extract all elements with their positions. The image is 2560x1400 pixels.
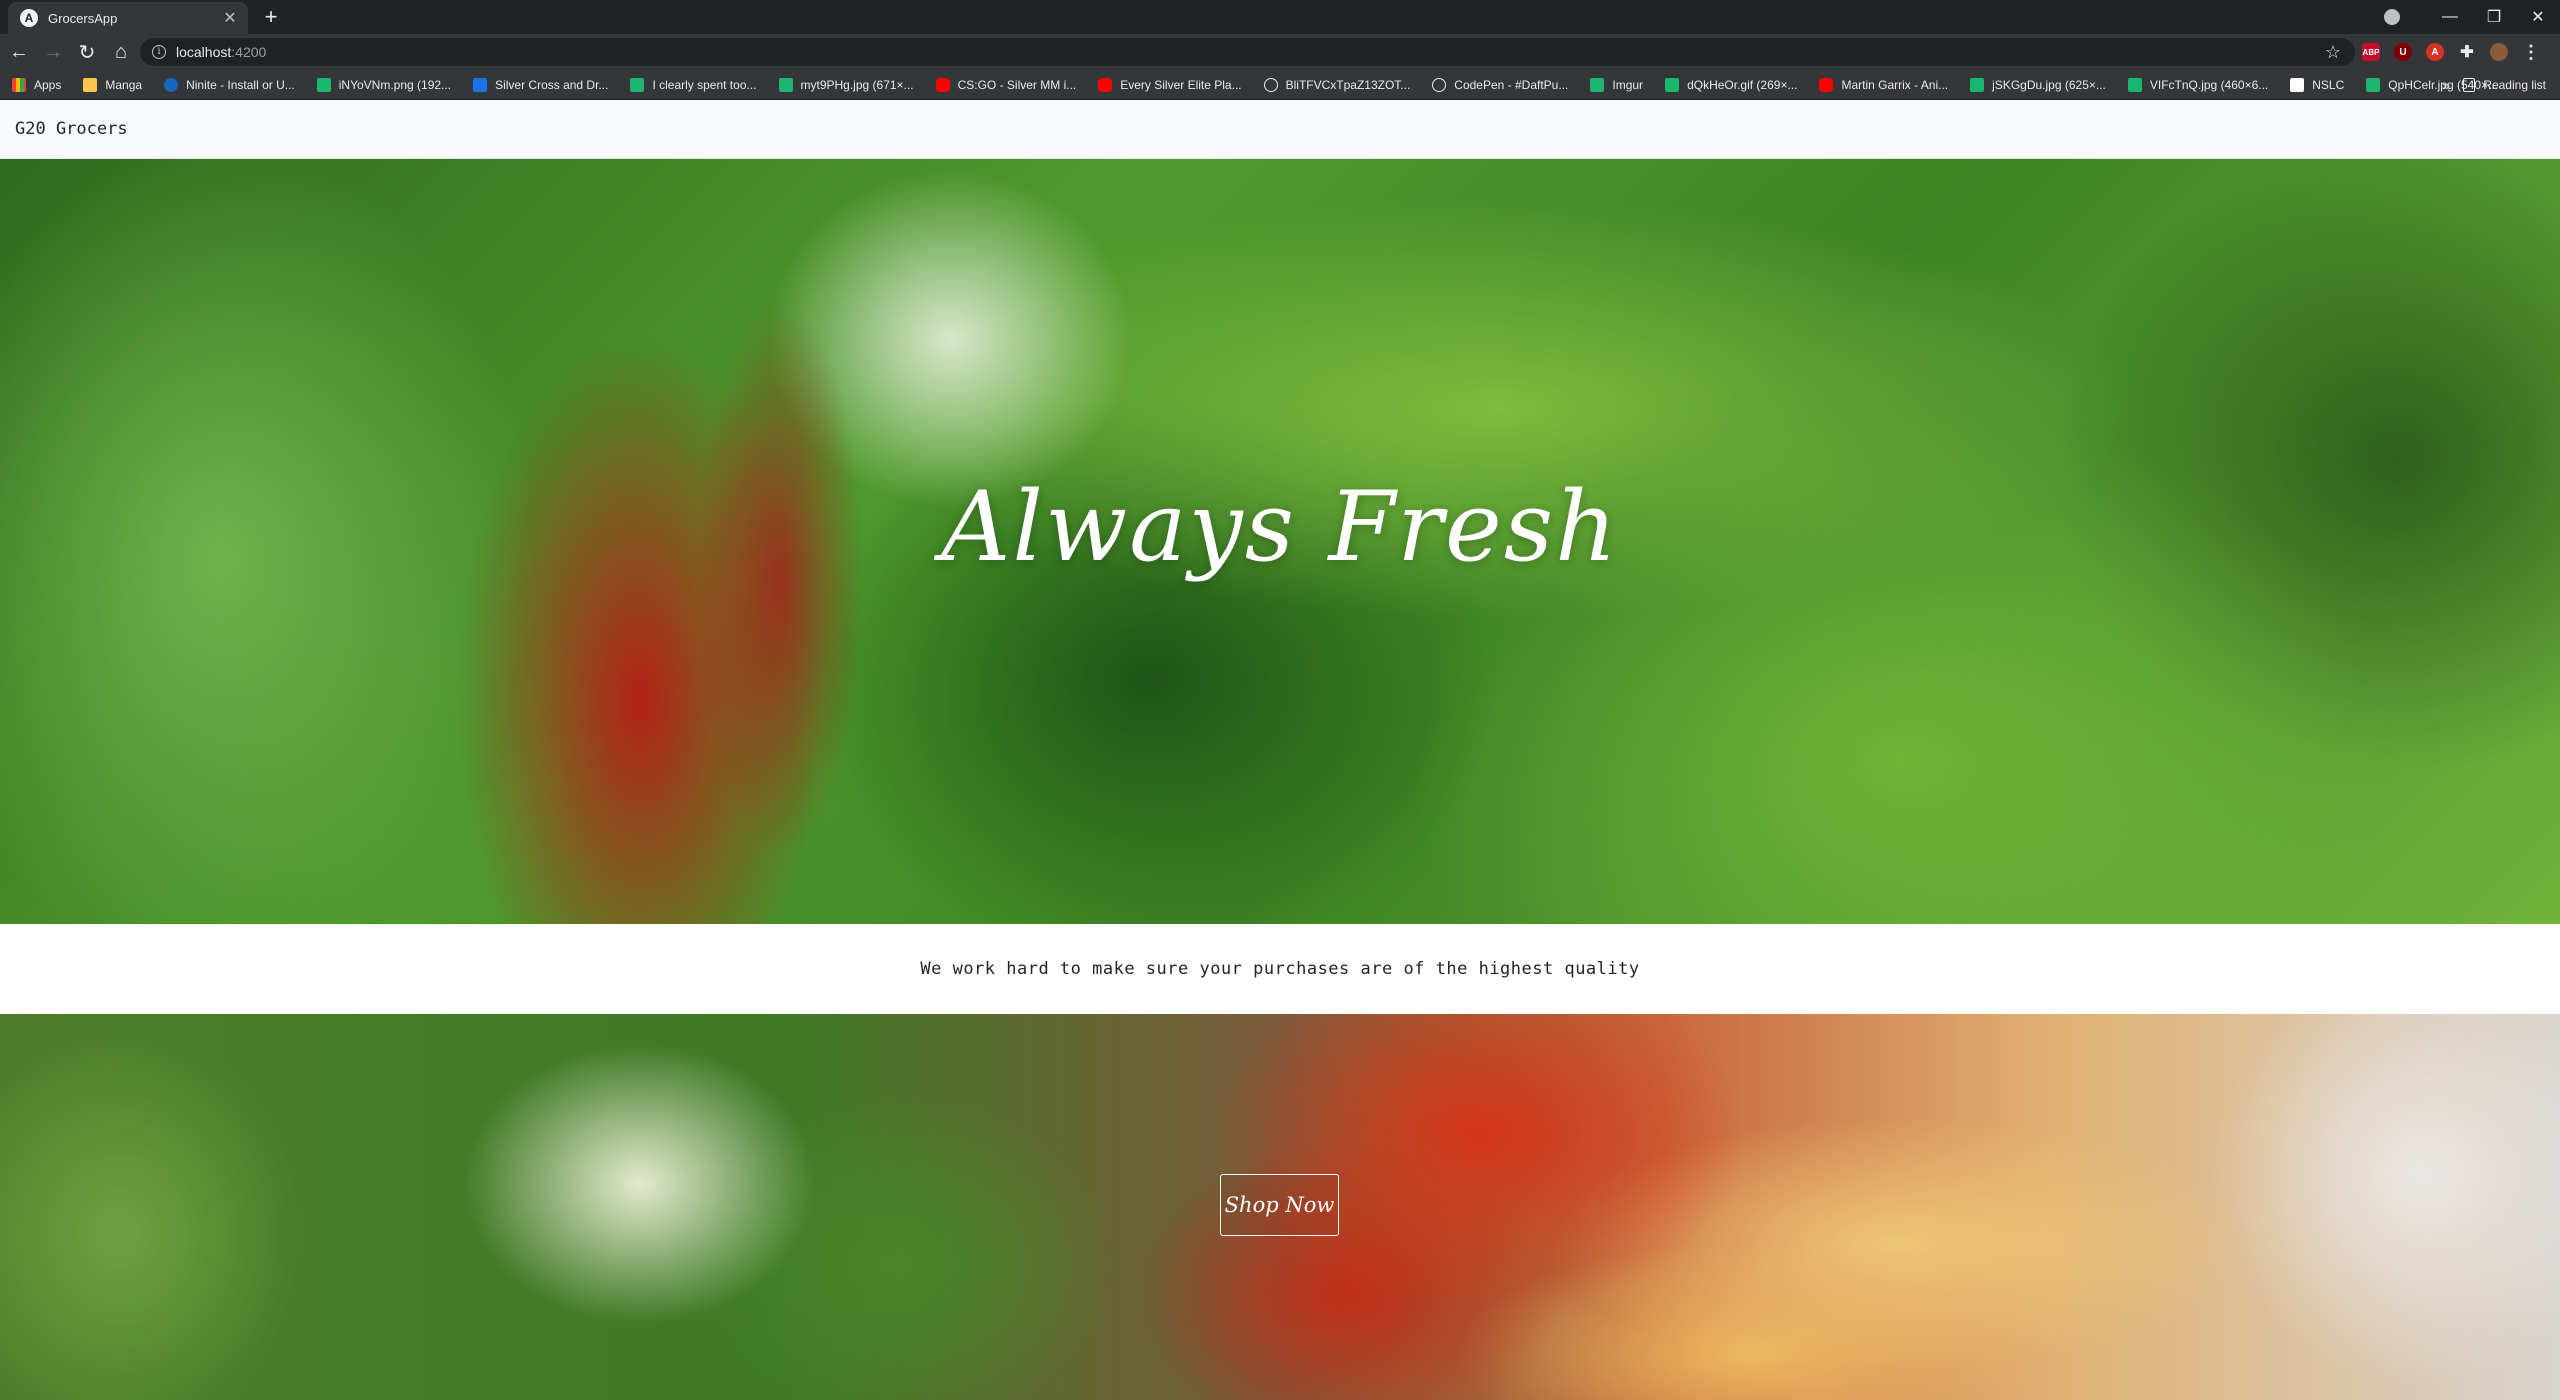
bookmark-youtube-3[interactable]: Martin Garrix - Ani... bbox=[1819, 77, 1949, 92]
browser-menu-icon[interactable]: ⋮ bbox=[2522, 42, 2540, 62]
tagline-text: We work hard to make sure your purchases… bbox=[920, 959, 1640, 979]
bookmark-manga[interactable]: Manga bbox=[83, 77, 143, 92]
bookmark-label: jSKGgDu.jpg (625×... bbox=[1992, 77, 2106, 92]
hero-banner: Always Fresh bbox=[0, 159, 2560, 924]
folder-icon bbox=[83, 77, 98, 92]
bookmark-youtube-2[interactable]: Every Silver Elite Pla... bbox=[1098, 77, 1242, 92]
youtube-icon bbox=[1819, 77, 1834, 92]
site-info-icon[interactable]: i bbox=[152, 45, 166, 59]
reload-icon[interactable]: ↻ bbox=[72, 40, 102, 65]
blank-page-icon bbox=[2290, 77, 2305, 92]
bookmark-label: NSLC bbox=[2312, 77, 2345, 92]
bookmark-label: Silver Cross and Dr... bbox=[495, 77, 609, 92]
bookmark-youtube-1[interactable]: CS:GO - Silver MM i... bbox=[935, 77, 1077, 92]
imgur-icon bbox=[1590, 77, 1605, 92]
imgur-icon bbox=[1970, 77, 1985, 92]
bookmark-silver-cross[interactable]: Silver Cross and Dr... bbox=[473, 77, 609, 92]
ublock-extension-icon[interactable]: U bbox=[2394, 43, 2412, 61]
bookmark-globe-1[interactable]: BliTFVCxTpaZ13ZOT... bbox=[1263, 77, 1411, 92]
bookmark-label: I clearly spent too... bbox=[652, 77, 757, 92]
forward-arrow-icon[interactable]: → bbox=[38, 41, 68, 64]
tagline-section: We work hard to make sure your purchases… bbox=[0, 924, 2560, 1014]
bookmark-label: BliTFVCxTpaZ13ZOT... bbox=[1285, 77, 1411, 92]
shop-now-button[interactable]: Shop Now bbox=[1220, 1174, 1339, 1236]
browser-toolbar: ← → ↻ ⌂ i localhost:4200 ☆ ABP U A ✚ ⋮ bbox=[0, 34, 2560, 70]
bookmark-label: dQkHeOr.gif (269×... bbox=[1687, 77, 1798, 92]
blue-square-icon bbox=[473, 77, 488, 92]
close-window-icon[interactable]: ✕ bbox=[2516, 7, 2560, 27]
hero-title: Always Fresh bbox=[941, 470, 1619, 583]
bookmark-star-icon[interactable]: ☆ bbox=[2325, 42, 2341, 63]
address-bar[interactable]: i localhost:4200 ☆ bbox=[140, 38, 2355, 66]
imgur-icon bbox=[1665, 77, 1680, 92]
extensions-puzzle-icon[interactable]: ✚ bbox=[2458, 43, 2476, 61]
bookmark-imgur-1[interactable]: iNYoVNm.png (192... bbox=[316, 77, 452, 92]
brand-link[interactable]: G20 Grocers bbox=[15, 119, 128, 139]
reading-list-button[interactable]: Reading list bbox=[2463, 77, 2546, 92]
bookmark-label: myt9PHg.jpg (671×... bbox=[800, 77, 914, 92]
bookmark-imgur-5[interactable]: jSKGgDu.jpg (625×... bbox=[1970, 77, 2106, 92]
more-bookmarks-icon[interactable]: » bbox=[2442, 77, 2450, 93]
youtube-icon bbox=[935, 77, 950, 92]
bookmark-imgur-3[interactable]: myt9PHg.jpg (671×... bbox=[778, 77, 914, 92]
bookmark-codepen[interactable]: CodePen - #DaftPu... bbox=[1432, 77, 1569, 92]
globe-icon bbox=[1263, 77, 1278, 92]
bookmark-label: Martin Garrix - Ani... bbox=[1841, 77, 1949, 92]
bookmark-label: iNYoVNm.png (192... bbox=[338, 77, 452, 92]
imgur-icon bbox=[2127, 77, 2142, 92]
promo-banner: Shop Now bbox=[0, 1014, 2560, 1400]
restore-icon[interactable]: ❐ bbox=[2472, 7, 2516, 27]
window-controls: — ❐ ✕ bbox=[2384, 0, 2560, 34]
home-icon[interactable]: ⌂ bbox=[106, 41, 136, 64]
youtube-icon bbox=[1098, 77, 1113, 92]
globe-icon bbox=[1432, 77, 1447, 92]
bookmark-apps[interactable]: Apps bbox=[12, 77, 62, 92]
adblock-extension-icon[interactable]: ABP bbox=[2362, 43, 2380, 61]
profile-avatar[interactable] bbox=[2490, 43, 2508, 61]
extensions-area: ABP U A ✚ ⋮ bbox=[2362, 38, 2554, 66]
apps-icon bbox=[12, 77, 26, 92]
tab-title: GrocersApp bbox=[48, 10, 118, 26]
browser-tab-strip: A GrocersApp ✕ + — ❐ ✕ bbox=[0, 0, 2560, 34]
page-content: G20 Grocers Always Fresh We work hard to… bbox=[0, 100, 2560, 1400]
bookmark-imgur-4[interactable]: dQkHeOr.gif (269×... bbox=[1665, 77, 1798, 92]
imgur-icon bbox=[778, 77, 793, 92]
app-navbar: G20 Grocers bbox=[0, 100, 2560, 159]
new-tab-button[interactable]: + bbox=[258, 4, 284, 30]
bookmarks-bar: Apps Manga Ninite - Install or U... iNYo… bbox=[0, 70, 2560, 100]
bookmark-imgur-2[interactable]: I clearly spent too... bbox=[630, 77, 757, 92]
bookmark-label: Manga bbox=[105, 77, 143, 92]
bookmark-label: Every Silver Elite Pla... bbox=[1120, 77, 1242, 92]
bookmark-label: CS:GO - Silver MM i... bbox=[957, 77, 1077, 92]
bookmark-nslc[interactable]: NSLC bbox=[2290, 77, 2345, 92]
angular-favicon-icon: A bbox=[20, 9, 38, 27]
bookmark-label: Imgur bbox=[1612, 77, 1644, 92]
browser-tab[interactable]: A GrocersApp ✕ bbox=[8, 2, 248, 34]
bookmark-imgur-home[interactable]: Imgur bbox=[1590, 77, 1644, 92]
bookmark-imgur-6[interactable]: VIFcTnQ.jpg (460×6... bbox=[2127, 77, 2269, 92]
close-tab-icon[interactable]: ✕ bbox=[220, 8, 240, 28]
bookmark-label: VIFcTnQ.jpg (460×6... bbox=[2149, 77, 2269, 92]
url-host: localhost bbox=[176, 44, 232, 60]
bookmark-label: CodePen - #DaftPu... bbox=[1454, 77, 1569, 92]
imgur-icon bbox=[2366, 77, 2381, 92]
bookmark-label: Apps bbox=[34, 77, 62, 92]
red-a-extension-icon[interactable]: A bbox=[2426, 43, 2444, 61]
bookmark-label: Ninite - Install or U... bbox=[186, 77, 295, 92]
minimize-icon[interactable]: — bbox=[2428, 8, 2472, 26]
ninite-icon bbox=[164, 77, 179, 92]
address-url: localhost:4200 bbox=[176, 44, 266, 60]
bookmark-ninite[interactable]: Ninite - Install or U... bbox=[164, 77, 295, 92]
imgur-icon bbox=[630, 77, 645, 92]
back-arrow-icon[interactable]: ← bbox=[4, 41, 34, 64]
tab-search-icon[interactable] bbox=[2384, 9, 2400, 25]
reading-list-icon bbox=[2463, 77, 2476, 92]
imgur-icon bbox=[316, 77, 331, 92]
reading-list-label: Reading list bbox=[2483, 77, 2546, 92]
url-port: :4200 bbox=[231, 44, 267, 60]
